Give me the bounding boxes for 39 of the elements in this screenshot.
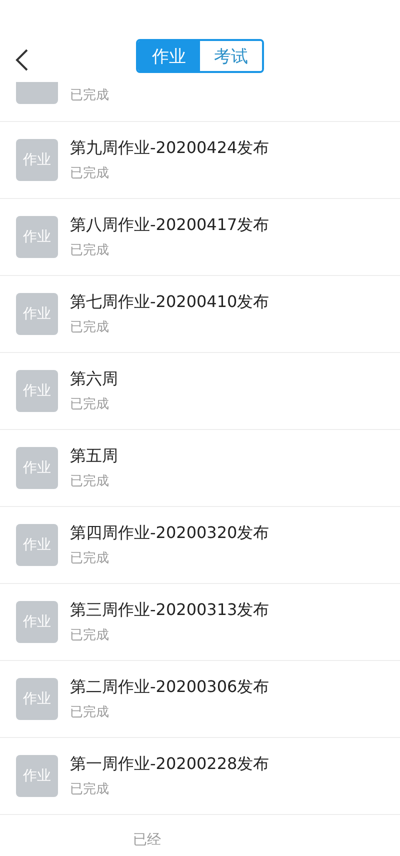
status-label: 已完成 (70, 704, 110, 721)
assignment-title: 第八周作业-20200417发布 (70, 215, 270, 236)
assignment-row[interactable]: 作业 第九周作业-20200424发布 已完成 (0, 122, 400, 199)
assignment-row[interactable]: 作业 第四周作业-20200320发布 已完成 (0, 507, 400, 584)
assignment-badge: 作业 (16, 447, 58, 489)
status-label: 已完成 (70, 165, 110, 182)
assignment-title: 第三周作业-20200313发布 (70, 600, 270, 621)
assignment-title: 第四周作业-20200320发布 (70, 523, 270, 544)
assignment-title: 第五周 (70, 446, 118, 467)
assignment-title: 第九周作业-20200424发布 (70, 138, 270, 159)
assignment-row[interactable]: 作业 第三周作业-20200313发布 已完成 (0, 584, 400, 661)
assignment-row[interactable]: 作业 第六周 已完成 (0, 353, 400, 430)
assignment-badge: 作业 (16, 601, 58, 643)
assignment-row[interactable]: 作业 第一周作业-20200228发布 已完成 (0, 738, 400, 815)
assignment-title: 第一周作业-20200228发布 (70, 754, 270, 775)
assignment-title: 第六周 (70, 369, 118, 390)
assignment-badge: 作业 (16, 678, 58, 720)
assignment-badge: 作业 (16, 216, 58, 258)
assignment-badge: 作业 (16, 293, 58, 335)
status-label: 已完成 (70, 781, 110, 798)
assignment-badge: 作业 (16, 524, 58, 566)
status-label: 已完成 (70, 396, 110, 413)
assignment-title: 第七周作业-20200410发布 (70, 292, 270, 313)
assignment-row[interactable]: 作业 第八周作业-20200417发布 已完成 (0, 199, 400, 276)
assignment-row[interactable]: 作业 第五周 已完成 (0, 430, 400, 507)
assignment-row[interactable]: 作业 第二周作业-20200306发布 已完成 (0, 661, 400, 738)
back-icon[interactable] (14, 47, 30, 73)
status-label: 已完成 (70, 87, 109, 104)
status-label: 已完成 (70, 627, 110, 644)
status-label: 已完成 (70, 473, 110, 490)
assignment-badge: 作业 (16, 370, 58, 412)
assignment-row[interactable]: 作业 第七周作业-20200410发布 已完成 (0, 276, 400, 353)
status-label: 已完成 (70, 242, 110, 259)
assignment-badge: 作业 (16, 755, 58, 797)
assignment-title: 第二周作业-20200306发布 (70, 677, 270, 698)
status-label: 已完成 (70, 319, 110, 336)
assignment-badge: 作业 (16, 139, 58, 181)
end-of-list-text: 已经 (132, 831, 162, 849)
status-label: 已完成 (70, 550, 110, 567)
